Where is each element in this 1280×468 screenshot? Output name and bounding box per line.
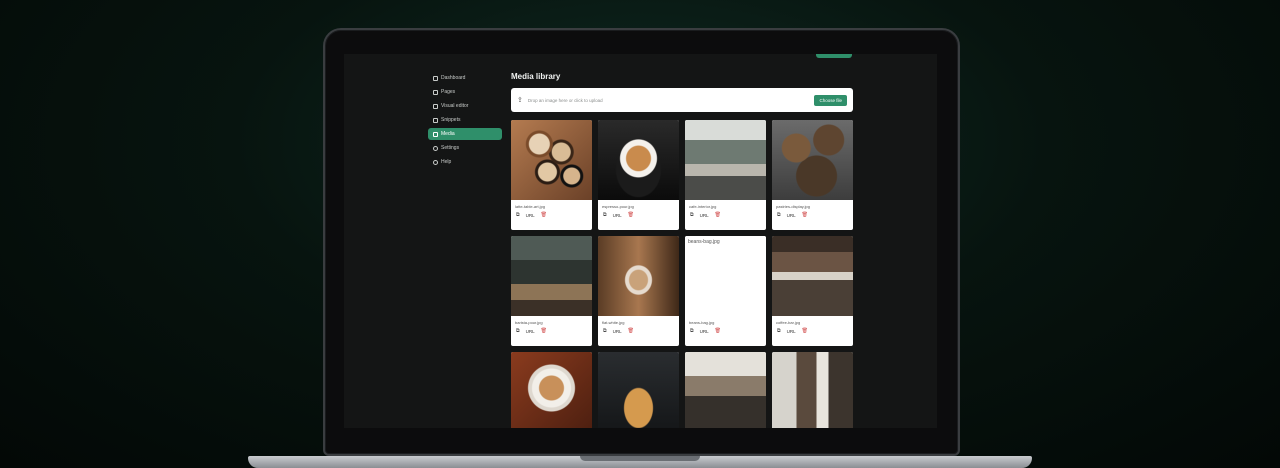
media-thumbnail[interactable] xyxy=(598,120,679,200)
sidebar-item-snippets[interactable]: Snippets xyxy=(428,114,502,126)
media-grid: latte-table-art.jpg ⧉ URL 🗑 espresso-pour.jp… xyxy=(511,120,854,428)
help-icon xyxy=(433,159,438,165)
media-card[interactable]: ⧉URL🗑 xyxy=(511,352,592,428)
media-filename: flat-white.jpg xyxy=(602,320,625,325)
media-card[interactable]: barista-pour.jpg ⧉ URL 🗑 xyxy=(511,236,592,346)
media-filename: barista-pour.jpg xyxy=(515,320,543,325)
sidebar-item-media[interactable]: Media xyxy=(428,128,502,140)
media-thumbnail[interactable] xyxy=(511,352,592,428)
media-card[interactable]: cafe-interior.jpg ⧉ URL 🗑 xyxy=(685,120,766,230)
upload-hint: Drop an image here or click to upload xyxy=(527,97,603,103)
sidebar-item-label: Settings xyxy=(441,145,460,151)
copy-url-button[interactable]: URL xyxy=(787,329,796,334)
sidebar-item-pages[interactable]: Pages xyxy=(428,86,502,98)
grid-icon xyxy=(433,75,438,81)
media-filename: pastries-display.jpg xyxy=(776,204,810,209)
trash-icon[interactable]: 🗑 xyxy=(715,328,721,334)
media-filename: latte-table-art.jpg xyxy=(515,204,546,209)
page-icon xyxy=(433,89,438,95)
sidebar-item-help[interactable]: Help xyxy=(428,156,502,168)
media-thumbnail[interactable] xyxy=(511,236,592,316)
broken-image: beans-bag.jpg xyxy=(685,236,766,316)
media-filename: coffee-bar.jpg xyxy=(776,320,801,325)
media-card[interactable]: ⧉URL🗑 xyxy=(598,352,679,428)
sidebar-item-visual-editor[interactable]: Visual editor xyxy=(428,100,502,112)
media-card[interactable]: ⧉URL🗑 xyxy=(772,352,853,428)
trash-icon[interactable]: 🗑 xyxy=(715,212,721,218)
sidebar-item-label: Pages xyxy=(441,89,456,95)
copy-url-button[interactable]: URL xyxy=(613,329,622,334)
trash-icon[interactable]: 🗑 xyxy=(802,328,808,334)
media-card[interactable]: beans-bag.jpg beans-bag.jpg ⧉ URL 🗑 xyxy=(685,236,766,346)
trash-icon[interactable]: 🗑 xyxy=(541,328,547,334)
copy-icon[interactable]: ⧉ xyxy=(603,212,607,218)
media-thumbnail[interactable] xyxy=(772,236,853,316)
media-actions: ⧉ URL 🗑 xyxy=(511,326,592,336)
upload-icon: ⇪ xyxy=(517,97,523,104)
media-thumbnail[interactable] xyxy=(598,352,679,428)
sidebar: Dashboard Pages Visual editor Snippets M… xyxy=(428,72,502,170)
trash-icon[interactable]: 🗑 xyxy=(802,212,808,218)
trash-icon[interactable]: 🗑 xyxy=(541,212,547,218)
image-icon xyxy=(433,131,438,137)
media-thumbnail[interactable] xyxy=(598,236,679,316)
media-actions: ⧉ URL 🗑 xyxy=(511,210,592,220)
upload-dropzone[interactable]: ⇪ Drop an image here or click to upload … xyxy=(511,88,853,112)
media-actions: ⧉ URL 🗑 xyxy=(772,326,853,336)
copy-icon[interactable]: ⧉ xyxy=(516,328,520,334)
copy-url-button[interactable]: URL xyxy=(700,329,709,334)
sidebar-item-label: Help xyxy=(441,159,452,165)
copy-icon[interactable]: ⧉ xyxy=(690,212,694,218)
pen-icon xyxy=(433,103,438,109)
media-card[interactable]: pastries-display.jpg ⧉ URL 🗑 xyxy=(772,120,853,230)
sidebar-item-label: Snippets xyxy=(441,117,461,123)
media-filename: espresso-pour.jpg xyxy=(602,204,634,209)
sidebar-item-label: Dashboard xyxy=(441,75,466,81)
page-title: Media library xyxy=(511,72,561,81)
trash-icon[interactable]: 🗑 xyxy=(628,212,634,218)
media-actions: ⧉ URL 🗑 xyxy=(685,326,766,336)
copy-url-button[interactable]: URL xyxy=(787,213,796,218)
media-actions: ⧉ URL 🗑 xyxy=(598,210,679,220)
choose-file-button[interactable]: Choose file xyxy=(814,94,847,106)
sidebar-item-label: Visual editor xyxy=(441,103,469,109)
media-card[interactable]: coffee-bar.jpg ⧉ URL 🗑 xyxy=(772,236,853,346)
copy-url-button[interactable]: URL xyxy=(526,213,535,218)
sidebar-item-settings[interactable]: Settings xyxy=(428,142,502,154)
gear-icon xyxy=(433,145,438,151)
media-thumbnail[interactable] xyxy=(772,352,853,428)
laptop-notch xyxy=(580,456,700,461)
snippet-icon xyxy=(433,117,438,123)
copy-url-button[interactable]: URL xyxy=(526,329,535,334)
top-accent-button[interactable] xyxy=(816,54,852,58)
media-card[interactable]: flat-white.jpg ⧉ URL 🗑 xyxy=(598,236,679,346)
sidebar-item-dashboard[interactable]: Dashboard xyxy=(428,72,502,84)
media-filename: beans-bag.jpg xyxy=(689,320,715,325)
media-thumbnail[interactable] xyxy=(511,120,592,200)
media-card[interactable]: latte-table-art.jpg ⧉ URL 🗑 xyxy=(511,120,592,230)
trash-icon[interactable]: 🗑 xyxy=(628,328,634,334)
media-actions: ⧉ URL 🗑 xyxy=(598,326,679,336)
copy-icon[interactable]: ⧉ xyxy=(777,212,781,218)
copy-url-button[interactable]: URL xyxy=(613,213,622,218)
media-thumbnail[interactable] xyxy=(685,352,766,428)
media-filename: cafe-interior.jpg xyxy=(689,204,717,209)
media-thumbnail[interactable] xyxy=(772,120,853,200)
media-actions: ⧉ URL 🗑 xyxy=(772,210,853,220)
media-card[interactable]: ⧉URL🗑 xyxy=(685,352,766,428)
broken-image-label: beans-bag.jpg xyxy=(688,239,720,245)
copy-url-button[interactable]: URL xyxy=(700,213,709,218)
sidebar-item-label: Media xyxy=(441,131,455,137)
copy-icon[interactable]: ⧉ xyxy=(603,328,607,334)
copy-icon[interactable]: ⧉ xyxy=(690,328,694,334)
copy-icon[interactable]: ⧉ xyxy=(516,212,520,218)
media-actions: ⧉ URL 🗑 xyxy=(685,210,766,220)
app-screen: Dashboard Pages Visual editor Snippets M… xyxy=(344,54,937,428)
copy-icon[interactable]: ⧉ xyxy=(777,328,781,334)
media-thumbnail[interactable] xyxy=(685,120,766,200)
media-card[interactable]: espresso-pour.jpg ⧉ URL 🗑 xyxy=(598,120,679,230)
